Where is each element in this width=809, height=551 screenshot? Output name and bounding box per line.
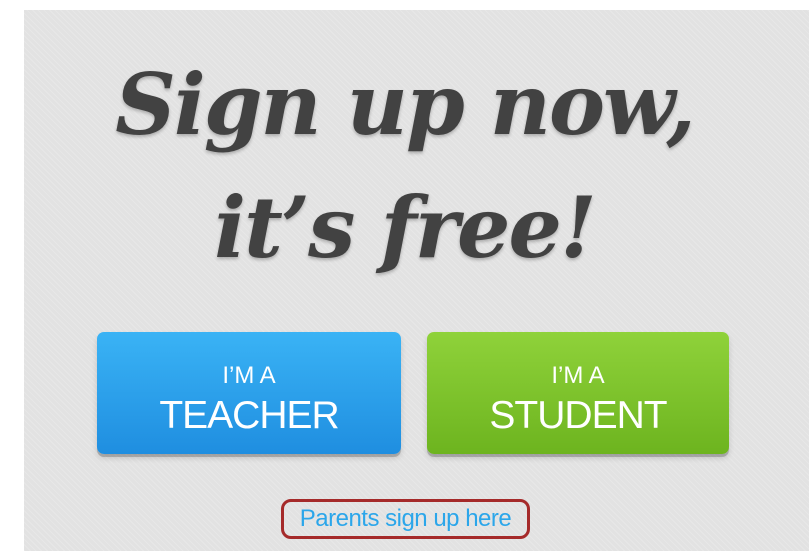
- teacher-button-prefix: I’M A: [222, 362, 276, 389]
- headline-line-2: it’s free!: [214, 178, 597, 277]
- student-signup-button[interactable]: I’M A STUDENT: [427, 332, 729, 454]
- headline-line-1: Sign up now,: [115, 55, 695, 154]
- teacher-signup-button[interactable]: I’M A TEACHER: [97, 332, 401, 454]
- student-button-prefix: I’M A: [551, 362, 605, 389]
- student-button-label: STUDENT: [489, 394, 667, 437]
- teacher-button-label: TEACHER: [159, 394, 339, 437]
- parents-signup-link[interactable]: Parents sign up here: [281, 499, 530, 539]
